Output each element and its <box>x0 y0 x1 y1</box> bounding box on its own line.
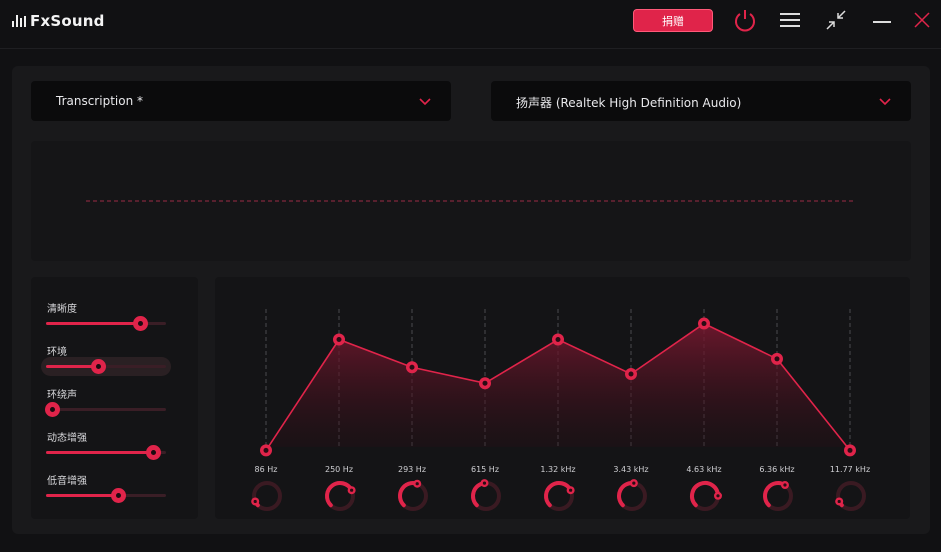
eq-band-handle-center <box>336 337 342 343</box>
eq-band-frequency: 1.32 kHz <box>540 465 575 474</box>
eq-band-knob-indicator-center <box>253 499 257 504</box>
effect-row: 清晰度 <box>31 300 198 340</box>
equalizer-graph[interactable]: 86 Hz 250 Hz 293 Hz 615 Hz 1.32 kHz 3.43 kHz 4… <box>215 277 910 519</box>
effects-panel: 清晰度环境环绕声动态增强低音增强 <box>31 277 198 519</box>
eq-band-frequency: 4.63 kHz <box>686 465 721 474</box>
slider-handle[interactable] <box>146 445 161 460</box>
chevron-down-icon <box>419 95 431 109</box>
chevron-down-icon <box>879 95 891 109</box>
menu-icon[interactable] <box>776 6 804 34</box>
eq-band-frequency: 6.36 kHz <box>759 465 794 474</box>
eq-band-knob-indicator-center <box>569 488 573 492</box>
donate-button[interactable]: 捐赠 <box>633 9 713 32</box>
eq-band-knob-indicator-center <box>783 483 787 487</box>
title-bar: FxSound 捐赠 <box>0 0 941 49</box>
preset-value: Transcription * <box>56 94 143 108</box>
effect-slider[interactable] <box>46 488 166 503</box>
slider-handle[interactable] <box>91 359 106 374</box>
eq-band-handle-center <box>482 380 488 386</box>
eq-band-knob-arc <box>325 481 354 508</box>
minimize-icon[interactable] <box>868 6 896 34</box>
eq-band-frequency: 11.77 kHz <box>830 465 870 474</box>
eq-band-knob-indicator-center <box>632 481 636 485</box>
app-logo: FxSound <box>12 12 105 30</box>
eq-band-knob-indicator-center <box>837 499 841 504</box>
eq-band-handle-center <box>774 356 780 362</box>
eq-band-knob-indicator-center <box>716 494 720 498</box>
power-icon[interactable] <box>731 6 759 34</box>
slider-handle[interactable] <box>111 488 126 503</box>
effect-row: 低音增强 <box>31 472 198 512</box>
effect-label: 低音增强 <box>47 476 87 487</box>
eq-band-handle-center <box>847 447 853 453</box>
close-icon[interactable] <box>908 6 936 34</box>
eq-band-handle-center <box>628 371 634 377</box>
eq-band-knob-indicator-center <box>415 482 419 486</box>
eq-band-knob-indicator-center <box>482 481 487 485</box>
eq-band-handle-center <box>409 364 415 370</box>
effect-label: 动态增强 <box>47 433 87 444</box>
effect-row: 动态增强 <box>31 429 198 469</box>
equalizer-panel: 86 Hz 250 Hz 293 Hz 615 Hz 1.32 kHz 3.43 kHz 4… <box>215 277 910 519</box>
eq-band-frequency: 86 Hz <box>255 465 278 474</box>
spectrum-visualizer <box>31 141 911 261</box>
preset-select[interactable]: Transcription * <box>31 81 451 121</box>
effect-row: 环绕声 <box>31 386 198 426</box>
minimize-view-icon[interactable] <box>822 6 850 34</box>
eq-band-handle-center <box>263 447 269 453</box>
output-device-select[interactable]: 扬声器 (Realtek High Definition Audio) <box>491 81 911 121</box>
eq-band-knob-arc <box>544 481 573 508</box>
logo-icon <box>12 15 26 27</box>
slider-handle[interactable] <box>45 402 60 417</box>
eq-band-handle-center <box>555 337 561 343</box>
effect-label: 环境 <box>47 347 67 358</box>
eq-band-frequency: 293 Hz <box>398 465 426 474</box>
eq-band-frequency: 615 Hz <box>471 465 499 474</box>
slider-fill <box>46 494 117 497</box>
effect-slider[interactable] <box>46 359 166 374</box>
effect-label: 清晰度 <box>47 304 77 315</box>
effect-slider[interactable] <box>46 445 166 460</box>
eq-band-handle-center <box>701 321 707 327</box>
output-device-value: 扬声器 (Realtek High Definition Audio) <box>516 96 742 110</box>
eq-band-knob-arc <box>690 481 720 508</box>
slider-fill <box>46 451 152 454</box>
eq-band-frequency: 3.43 kHz <box>613 465 648 474</box>
effect-slider[interactable] <box>46 316 166 331</box>
eq-band-frequency: 250 Hz <box>325 465 353 474</box>
slider-fill <box>46 322 139 325</box>
slider-fill <box>46 365 97 368</box>
eq-band-knob-indicator-center <box>350 488 354 492</box>
app-title: FxSound <box>30 12 105 30</box>
effect-slider[interactable] <box>45 402 166 417</box>
effect-row: 环境 <box>31 343 198 383</box>
effect-label: 环绕声 <box>47 390 77 401</box>
slider-handle[interactable] <box>133 316 148 331</box>
